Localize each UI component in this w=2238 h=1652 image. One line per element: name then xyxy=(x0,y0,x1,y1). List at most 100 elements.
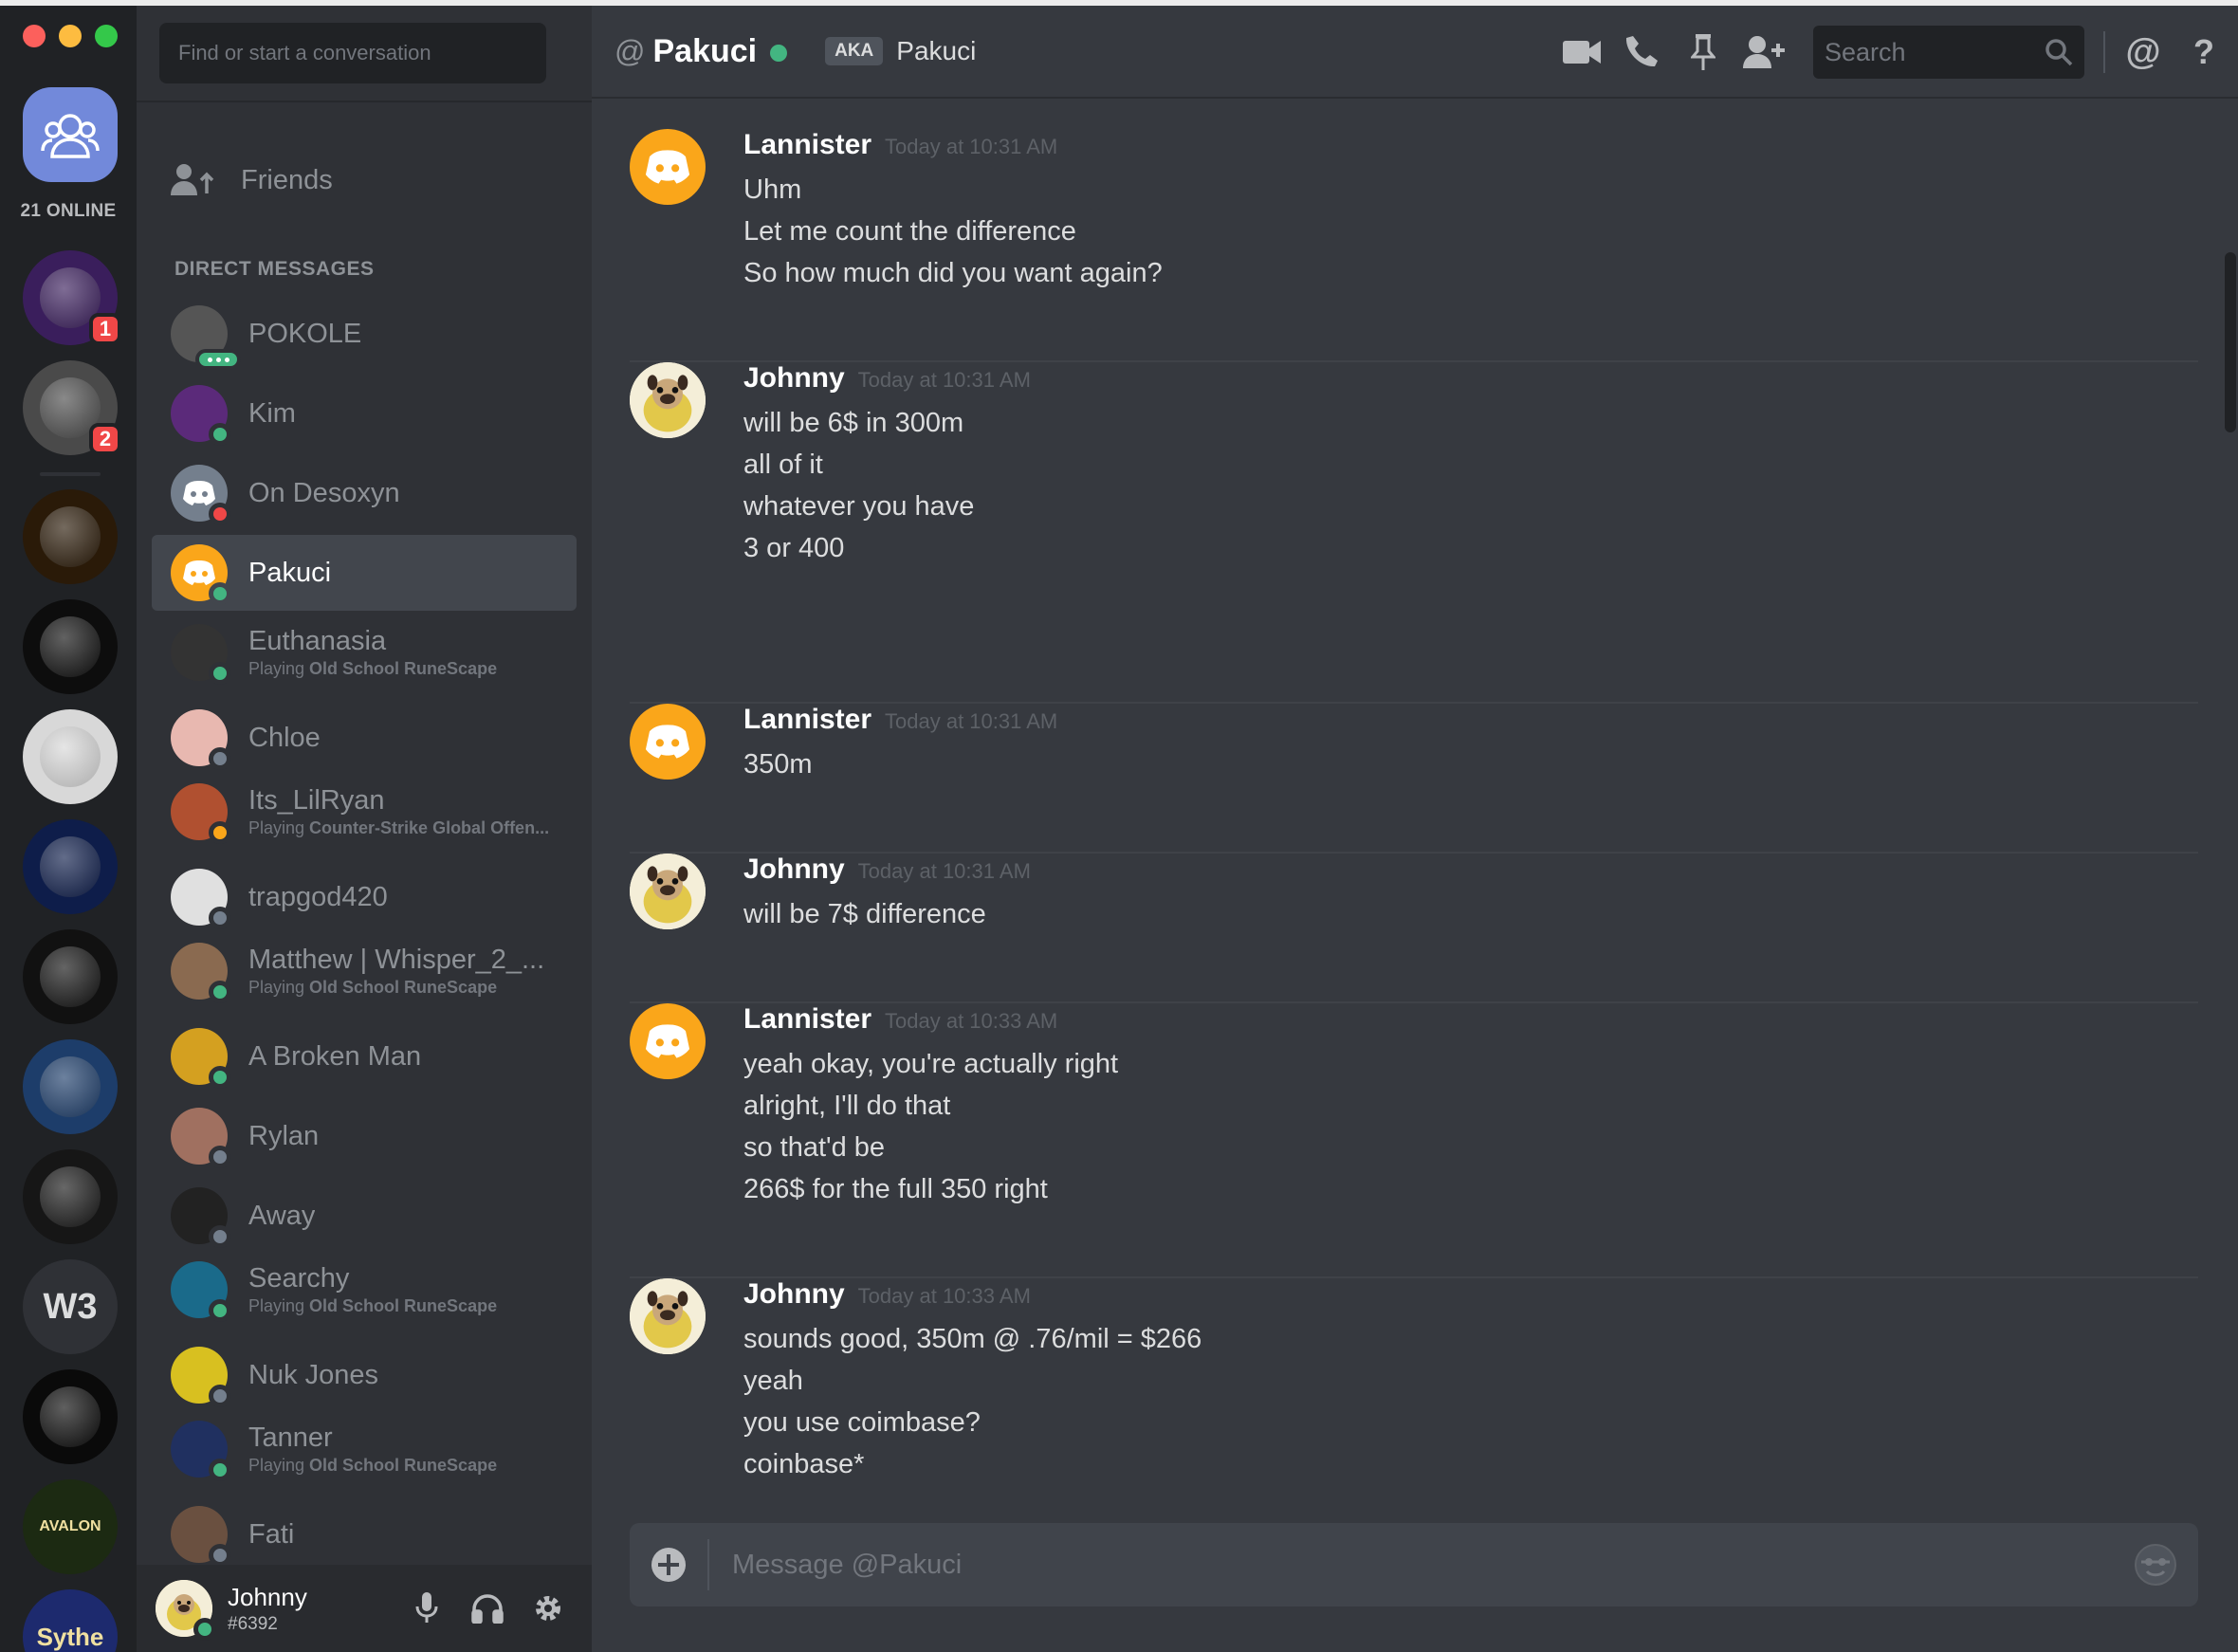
guild-owl-server[interactable]: 1 xyxy=(23,250,121,345)
message-avatar[interactable] xyxy=(630,129,706,205)
username: Johnny xyxy=(228,1582,307,1611)
add-friend-to-dm-icon[interactable] xyxy=(1743,31,1785,73)
dm-avatar xyxy=(171,1261,231,1322)
dm-name: Searchy xyxy=(248,1263,350,1294)
zoom-window-button[interactable] xyxy=(95,25,118,47)
activity-game: Old School RuneScape xyxy=(309,978,498,997)
dm-item[interactable]: Its_LilRyan Playing Counter-Strike Global… xyxy=(152,774,577,850)
message-avatar[interactable] xyxy=(630,1278,706,1354)
message-author[interactable]: Lannister xyxy=(743,1003,871,1036)
scrollbar-thumb[interactable] xyxy=(2225,252,2236,432)
online-count: 21 ONLINE xyxy=(20,201,117,221)
dm-name: Its_LilRyan xyxy=(248,785,385,816)
dm-item[interactable]: A Broken Man xyxy=(152,1019,577,1094)
message-author[interactable]: Lannister xyxy=(743,129,871,161)
mention-badge: 1 xyxy=(89,313,121,345)
dm-item[interactable]: Kim xyxy=(152,376,577,451)
activity-prefix: Playing xyxy=(248,1296,310,1315)
venom-server-icon xyxy=(23,1369,118,1464)
user-tag: #6392 xyxy=(228,1613,278,1634)
dm-item[interactable]: Chloe xyxy=(152,700,577,776)
video-call-icon[interactable] xyxy=(1561,31,1603,73)
channel-name[interactable]: Pakuci xyxy=(652,33,757,70)
microphone-icon[interactable] xyxy=(410,1591,444,1625)
dm-item[interactable]: POKOLE xyxy=(152,296,577,372)
chat-header: @ Pakuci AKA Pakuci @ xyxy=(592,6,2238,99)
guild-soldier-server[interactable] xyxy=(23,1149,118,1244)
message-group: Johnny Today at 10:33 AM sounds good, 350m… xyxy=(630,1278,2198,1519)
dm-item[interactable]: On Desoxyn xyxy=(152,455,577,531)
settings-gear-icon[interactable] xyxy=(531,1591,565,1625)
avalon-server-icon: AVALON xyxy=(23,1479,118,1574)
message-text: So how much did you want again? xyxy=(743,258,1163,288)
find-conversation-input[interactable]: Find or start a conversation xyxy=(159,23,546,83)
dm-item[interactable]: trapgod420 xyxy=(152,859,577,935)
guild-portrait-server[interactable]: 2 xyxy=(23,360,121,455)
guild-venom-server[interactable] xyxy=(23,1369,118,1464)
dm-avatar xyxy=(171,1506,231,1567)
message-author[interactable]: Johnny xyxy=(743,362,845,395)
message-author[interactable]: Johnny xyxy=(743,1278,845,1311)
message-avatar[interactable] xyxy=(630,1003,706,1079)
dm-item[interactable]: Nuk Jones xyxy=(152,1337,577,1413)
un-emblem-server-icon xyxy=(23,819,118,914)
guild-avalon-server[interactable]: AVALON xyxy=(23,1479,118,1574)
voice-call-icon[interactable] xyxy=(1622,31,1663,73)
mentions-icon[interactable]: @ xyxy=(2122,31,2164,73)
friends-link[interactable]: Friends xyxy=(152,144,577,216)
header-search-input[interactable] xyxy=(1825,37,2033,67)
home-button[interactable] xyxy=(23,87,118,182)
message-input[interactable] xyxy=(709,1549,2113,1581)
message-text: yeah xyxy=(743,1366,803,1396)
pug-avatar-icon xyxy=(630,1278,706,1354)
dm-item[interactable]: Tanner Playing Old School RuneScape xyxy=(152,1411,577,1487)
message-avatar[interactable] xyxy=(630,854,706,929)
dm-item[interactable]: Away xyxy=(152,1178,577,1254)
guild-skull-server[interactable] xyxy=(23,1039,118,1134)
guild-beast-server[interactable] xyxy=(23,929,118,1024)
message-author[interactable]: Lannister xyxy=(743,704,871,736)
guild-un-emblem-server[interactable] xyxy=(23,819,118,914)
dm-item[interactable]: Euthanasia Playing Old School RuneScape xyxy=(152,615,577,690)
status-offline xyxy=(209,1385,231,1407)
activity-prefix: Playing xyxy=(248,818,310,837)
headphones-icon[interactable] xyxy=(470,1591,504,1625)
dm-item[interactable]: Matthew | Whisper_2_... Playing Old Schoo… xyxy=(152,933,577,1009)
guild-golden-helmet-server[interactable] xyxy=(23,489,118,584)
dm-item[interactable]: Pakuci xyxy=(152,535,577,611)
dm-avatar xyxy=(171,783,231,844)
status-offline xyxy=(209,907,231,929)
emoji-button[interactable] xyxy=(2113,1543,2198,1587)
dm-avatar xyxy=(171,1421,231,1481)
close-window-button[interactable] xyxy=(23,25,46,47)
guild-dkss-server[interactable] xyxy=(23,599,118,694)
message-author[interactable]: Johnny xyxy=(743,854,845,886)
message-scrollbar[interactable] xyxy=(2221,101,2236,1514)
message-avatar[interactable] xyxy=(630,362,706,438)
dm-item[interactable]: Rylan xyxy=(152,1098,577,1174)
upload-button[interactable] xyxy=(630,1539,709,1590)
dm-item[interactable]: Searchy Playing Old School RuneScape xyxy=(152,1252,577,1328)
dm-name: Rylan xyxy=(248,1120,320,1151)
friends-wave-icon xyxy=(171,164,214,195)
header-search[interactable] xyxy=(1813,26,2084,79)
status-offline xyxy=(209,747,231,770)
friends-home-icon xyxy=(41,114,100,158)
message-avatar[interactable] xyxy=(630,704,706,780)
guild-w3-server[interactable]: W3 xyxy=(23,1259,118,1354)
status-online xyxy=(209,582,231,605)
message-text: all of it xyxy=(743,450,823,480)
pin-icon[interactable] xyxy=(1682,31,1724,73)
minimize-window-button[interactable] xyxy=(59,25,82,47)
guild-bearded-man-server[interactable] xyxy=(23,709,118,804)
message-text: will be 6$ in 300m xyxy=(743,408,964,438)
help-icon[interactable]: ? xyxy=(2183,31,2225,73)
user-avatar[interactable] xyxy=(156,1580,216,1641)
discord-logo-icon xyxy=(645,725,690,759)
dm-avatar xyxy=(171,869,231,929)
guild-sythe-server[interactable]: Sythe xyxy=(23,1589,118,1652)
dm-item[interactable]: Fati xyxy=(152,1496,577,1572)
message-timestamp: Today at 10:31 AM xyxy=(885,709,1058,733)
dm-avatar xyxy=(171,305,241,370)
pug-avatar-icon xyxy=(630,362,706,438)
